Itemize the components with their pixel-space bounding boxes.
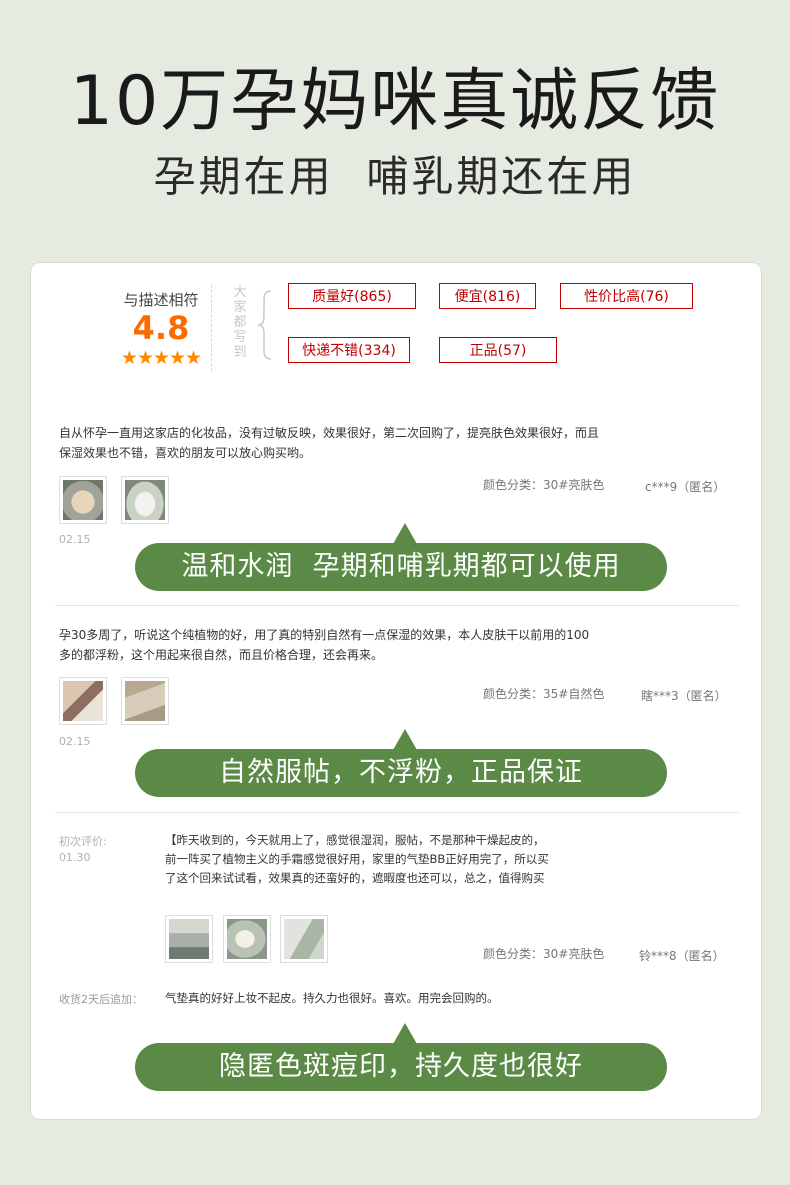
review-3-text: 【昨天收到的，今天就用上了，感觉很湿润，服帖，不是那种干燥起皮的，前一阵买了植物… <box>165 833 549 885</box>
review-2-variant: 颜色分类：35#自然色 <box>483 687 605 701</box>
review-1-text: 自从怀孕一直用这家店的化妆品，没有过敏反映，效果很好，第二次回购了，提亮肤色效果… <box>59 426 600 460</box>
review-3-initial-label: 初次评价: <box>59 835 107 848</box>
review-1-photo-2[interactable] <box>121 476 169 524</box>
everyone-wrote-label: 大家都写到 <box>233 285 247 360</box>
rating-divider <box>211 285 212 371</box>
review-divider <box>55 812 739 813</box>
tag-value[interactable]: 性价比高(76) <box>560 283 693 309</box>
review-3-user: 铃***8（匿名） <box>639 949 725 963</box>
review-3-photo-3[interactable] <box>280 915 328 963</box>
rating-label: 与描述相符 <box>123 291 199 309</box>
review-3-variant: 颜色分类：30#亮肤色 <box>483 947 605 961</box>
rating-score: 4.8 <box>132 309 190 347</box>
review-2-banner: 自然服帖，不浮粉，正品保证 <box>135 729 667 797</box>
rating-stars: ★★★★★ <box>120 347 202 369</box>
page-subtitle: 孕期在用 哺乳期还在用 <box>153 152 637 201</box>
review-2-date: 02.15 <box>59 735 91 748</box>
review-3-followup-label: 收货2天后追加： <box>59 993 143 1006</box>
review-2-photo-1[interactable] <box>59 677 107 725</box>
review-divider <box>55 605 739 606</box>
brace-icon <box>257 290 272 360</box>
review-1-photo-1[interactable] <box>59 476 107 524</box>
review-2-user: 瞎***3（匿名） <box>641 689 727 703</box>
review-3-banner: 隐匿色斑痘印，持久度也很好 <box>135 1023 667 1091</box>
tag-quality[interactable]: 质量好(865) <box>288 283 416 309</box>
review-3-date: 01.30 <box>59 851 91 864</box>
tag-cheap[interactable]: 便宜(816) <box>439 283 536 309</box>
tag-delivery[interactable]: 快递不错(334) <box>288 337 410 363</box>
review-2-photo-2[interactable] <box>121 677 169 725</box>
review-card: 与描述相符 4.8 ★★★★★ 大家都写到 质量好(865) 便宜(816) 性… <box>30 262 762 1120</box>
review-3-followup-text: 气垫真的好好上妆不起皮。持久力也很好。喜欢。用完会回购的。 <box>165 991 499 1005</box>
review-3-photo-2[interactable] <box>223 915 271 963</box>
review-3-photo-1[interactable] <box>165 915 213 963</box>
review-1-banner: 温和水润 孕期和哺乳期都可以使用 <box>135 523 667 591</box>
review-1-user: c***9（匿名） <box>645 480 726 494</box>
review-1-variant: 颜色分类：30#亮肤色 <box>483 478 605 492</box>
review-2-text: 孕30多周了，听说这个纯植物的好，用了真的特别自然有一点保湿的效果，本人皮肤干以… <box>59 628 590 662</box>
review-1-date: 02.15 <box>59 533 91 546</box>
page-title: 10万孕妈咪真诚反馈 <box>69 62 721 141</box>
tag-genuine[interactable]: 正品(57) <box>439 337 557 363</box>
